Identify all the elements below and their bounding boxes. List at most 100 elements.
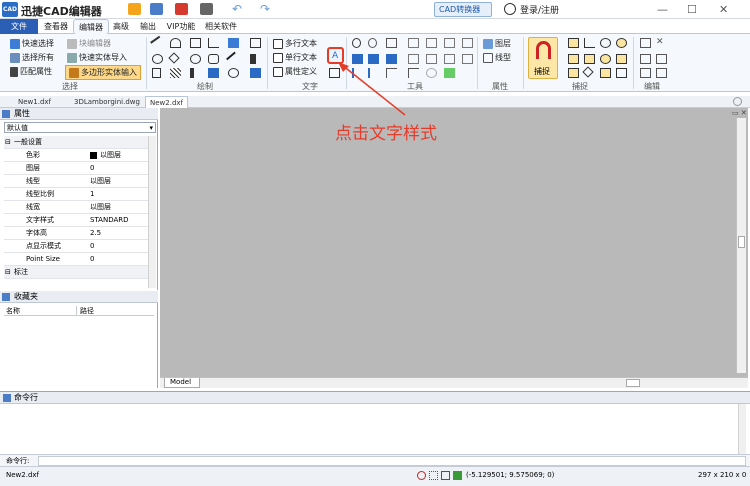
- command-scrollbar[interactable]: [738, 404, 746, 454]
- single-line-text-button[interactable]: 单行文本: [273, 52, 317, 63]
- layer-button[interactable]: 图层: [483, 38, 511, 49]
- check-icon[interactable]: [444, 68, 455, 78]
- tab-editor[interactable]: 编辑器: [73, 19, 109, 34]
- block-insert-icon[interactable]: [228, 38, 239, 48]
- quick-entity-import-button[interactable]: 快速实体导入: [67, 52, 127, 63]
- polyline-icon[interactable]: [208, 38, 219, 48]
- match-properties-button[interactable]: 匹配属性: [10, 66, 52, 77]
- snap-tangent-icon[interactable]: [616, 38, 627, 48]
- copy-icon[interactable]: [408, 38, 419, 48]
- snap-node-icon[interactable]: [582, 66, 594, 78]
- polygon-entity-input-button[interactable]: 多边形实体输入: [65, 65, 141, 80]
- login-button[interactable]: 登录/注册: [520, 3, 559, 16]
- property-row[interactable]: 图层 0: [4, 162, 148, 175]
- hatch-icon[interactable]: [170, 68, 181, 78]
- scroll-thumb[interactable]: [738, 236, 745, 248]
- explode-icon[interactable]: [426, 68, 437, 78]
- minimize-icon[interactable]: —: [657, 3, 668, 16]
- property-row[interactable]: Point Size 0: [4, 253, 148, 266]
- snap-intersection-icon[interactable]: [568, 54, 579, 64]
- property-row[interactable]: 色彩 以图层: [4, 149, 148, 162]
- image-icon[interactable]: [208, 68, 219, 78]
- rotate-icon[interactable]: [368, 38, 377, 48]
- select-edit-icon[interactable]: [640, 68, 651, 78]
- point-icon[interactable]: [190, 68, 194, 78]
- print-icon[interactable]: [200, 3, 213, 15]
- pen-icon[interactable]: [226, 51, 241, 67]
- snap-perpendicular-icon[interactable]: [584, 38, 595, 48]
- tab-output[interactable]: 输出: [137, 19, 159, 34]
- paste-icon[interactable]: [640, 54, 651, 64]
- doc-tab-new2[interactable]: New2.dxf: [145, 96, 188, 108]
- property-row[interactable]: 字体高 2.5: [4, 227, 148, 240]
- column-path[interactable]: 路径: [76, 306, 94, 316]
- quick-select-button[interactable]: 快速选择: [10, 38, 54, 49]
- mirror-icon[interactable]: [426, 38, 437, 48]
- copy-edit-icon[interactable]: [640, 38, 651, 48]
- select-all-button[interactable]: 选择所有: [10, 52, 54, 63]
- rectangle-icon[interactable]: [190, 38, 201, 48]
- properties-filter-dropdown[interactable]: 默认值 ▾: [4, 122, 156, 133]
- open-folder-icon[interactable]: [128, 3, 141, 15]
- snap-status-icon[interactable]: [417, 471, 426, 480]
- extend-icon[interactable]: [426, 54, 437, 64]
- hscroll-thumb[interactable]: [626, 379, 640, 387]
- ellipse-icon[interactable]: [190, 54, 201, 64]
- attribute-define-button[interactable]: 属性定义: [273, 66, 317, 77]
- property-row[interactable]: 线型比例 1: [4, 188, 148, 201]
- grid-status-icon[interactable]: [429, 471, 438, 480]
- pan-icon[interactable]: [386, 38, 397, 48]
- snap-extension-icon[interactable]: [600, 68, 611, 78]
- ortho-status-icon[interactable]: [441, 471, 450, 480]
- property-row[interactable]: 线宽 以图层: [4, 201, 148, 214]
- snap-button[interactable]: 捕捉: [528, 37, 558, 79]
- rotate-rect-icon[interactable]: [152, 68, 161, 78]
- canvas-horizontal-scrollbar[interactable]: Model: [160, 377, 748, 388]
- doc-tab-lamborgini[interactable]: 3DLamborgini.dwg: [74, 96, 140, 108]
- spline-icon[interactable]: [208, 54, 219, 64]
- line-icon[interactable]: [150, 35, 165, 51]
- property-row[interactable]: 文字样式 STANDARD: [4, 214, 148, 227]
- snap-insert-icon[interactable]: [568, 68, 579, 78]
- tab-vip[interactable]: VIP功能: [163, 19, 199, 34]
- snap-quadrant-icon[interactable]: [600, 54, 611, 64]
- break-icon[interactable]: [444, 54, 455, 64]
- property-row[interactable]: 线型 以图层: [4, 175, 148, 188]
- cad-converter-button[interactable]: CAD转换器: [434, 2, 492, 17]
- cut-icon[interactable]: [656, 54, 667, 64]
- region-icon[interactable]: [250, 68, 261, 78]
- canvas-vertical-scrollbar[interactable]: [736, 118, 746, 373]
- polygon-draw-icon[interactable]: [168, 52, 180, 64]
- linetype-button[interactable]: 线型: [483, 52, 511, 63]
- snap-nearest-icon[interactable]: [616, 54, 627, 64]
- title-dropdown-icon[interactable]: ▾: [92, 4, 96, 13]
- snap-midpoint-icon[interactable]: [584, 54, 595, 64]
- snap-parallel-icon[interactable]: [616, 68, 627, 78]
- tab-viewer[interactable]: 查看器: [40, 19, 72, 34]
- canvas-window-controls[interactable]: ▭ ✕: [732, 109, 748, 118]
- circle-icon[interactable]: [152, 54, 163, 64]
- redo-icon[interactable]: ↷: [260, 2, 270, 16]
- tab-file[interactable]: 文件: [0, 19, 38, 34]
- doc-tab-new1[interactable]: New1.dxf: [18, 96, 51, 108]
- undo-icon[interactable]: ↶: [232, 2, 242, 16]
- command-input[interactable]: [38, 456, 746, 466]
- offset-icon[interactable]: [462, 38, 473, 48]
- section-general[interactable]: ⊟ 一般设置: [4, 136, 148, 149]
- tab-related-software[interactable]: 相关软件: [201, 19, 241, 34]
- snap-center-icon[interactable]: [600, 38, 611, 48]
- donut-icon[interactable]: [228, 68, 239, 78]
- dimension-icon[interactable]: [250, 54, 256, 64]
- delete-icon[interactable]: ✕: [656, 38, 667, 48]
- block-editor-button[interactable]: 块编辑器: [67, 38, 111, 49]
- property-row[interactable]: 点显示模式 0: [4, 240, 148, 253]
- properties-scrollbar[interactable]: [148, 136, 156, 288]
- column-name[interactable]: 名称: [6, 306, 20, 316]
- join-icon[interactable]: [462, 54, 473, 64]
- arc-icon[interactable]: [170, 38, 181, 48]
- array-icon[interactable]: [444, 38, 455, 48]
- tab-menu-icon[interactable]: [733, 97, 742, 106]
- close-icon[interactable]: ✕: [719, 3, 728, 16]
- save-icon[interactable]: [150, 3, 163, 15]
- section-dimension[interactable]: ⊟ 标注: [4, 266, 148, 279]
